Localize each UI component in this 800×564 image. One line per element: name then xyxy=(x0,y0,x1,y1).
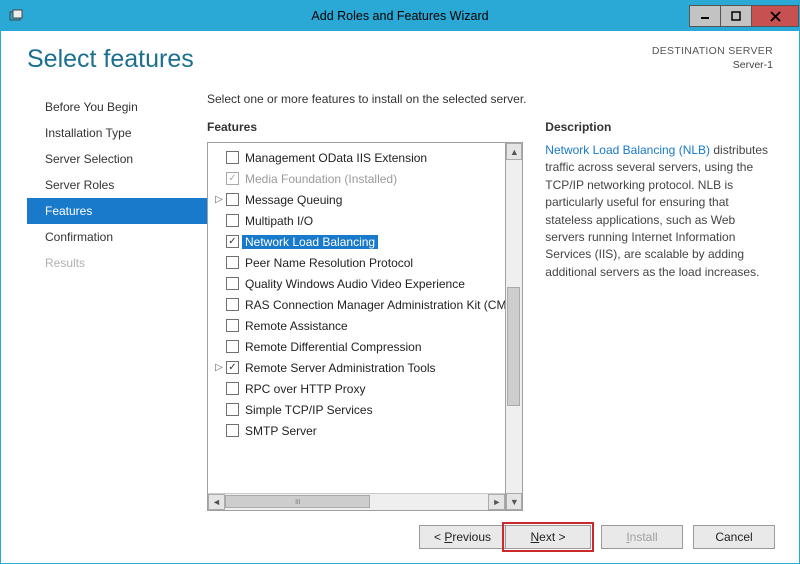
description-panel: Description Network Load Balancing (NLB)… xyxy=(545,120,773,511)
checkbox[interactable] xyxy=(226,361,239,374)
checkbox[interactable] xyxy=(226,382,239,395)
feature-item[interactable]: Remote Differential Compression xyxy=(208,336,505,357)
description-link[interactable]: Network Load Balancing (NLB) xyxy=(545,143,710,157)
window-controls xyxy=(690,5,799,27)
feature-label: Network Load Balancing xyxy=(242,235,378,249)
nav-results: Results xyxy=(27,250,207,276)
destination-info: DESTINATION SERVER Server-1 xyxy=(652,45,773,72)
checkbox[interactable] xyxy=(226,277,239,290)
feature-item[interactable]: Management OData IIS Extension xyxy=(208,147,505,168)
checkbox[interactable] xyxy=(226,403,239,416)
nav-server-selection[interactable]: Server Selection xyxy=(27,146,207,172)
center-panel: Select one or more features to install o… xyxy=(207,88,773,511)
nav-features[interactable]: Features xyxy=(27,198,207,224)
features-listbox-wrap: Management OData IIS Extension Media Foun… xyxy=(207,142,523,511)
nav-confirmation[interactable]: Confirmation xyxy=(27,224,207,250)
cancel-button[interactable]: Cancel xyxy=(693,525,775,549)
wizard-window: Add Roles and Features Wizard Select fea… xyxy=(0,0,800,564)
feature-item[interactable]: Remote Assistance xyxy=(208,315,505,336)
feature-item[interactable]: ▷ Message Queuing xyxy=(208,189,505,210)
feature-label: Remote Assistance xyxy=(245,319,348,333)
feature-item[interactable]: Simple TCP/IP Services xyxy=(208,399,505,420)
features-label: Features xyxy=(207,120,523,134)
wizard-nav: Before You Begin Installation Type Serve… xyxy=(27,88,207,511)
page-title: Select features xyxy=(27,45,194,74)
instruction-text: Select one or more features to install o… xyxy=(207,92,773,106)
feature-item[interactable]: RAS Connection Manager Administration Ki… xyxy=(208,294,505,315)
feature-label: Multipath I/O xyxy=(245,214,313,228)
nav-server-roles[interactable]: Server Roles xyxy=(27,172,207,198)
feature-label: SMTP Server xyxy=(245,424,317,438)
features-listbox[interactable]: Management OData IIS Extension Media Foun… xyxy=(207,142,506,511)
checkbox[interactable] xyxy=(226,256,239,269)
minimize-button[interactable] xyxy=(689,5,721,27)
expander-icon[interactable]: ▷ xyxy=(212,362,226,373)
feature-label: Remote Differential Compression xyxy=(245,340,422,354)
vertical-scrollbar[interactable]: ▲ ▼ xyxy=(506,142,523,511)
feature-item[interactable]: ▷ Remote Server Administration Tools xyxy=(208,357,505,378)
description-text: Network Load Balancing (NLB) distributes… xyxy=(545,142,773,281)
feature-item[interactable]: SMTP Server xyxy=(208,420,505,441)
wizard-body: Select features DESTINATION SERVER Serve… xyxy=(1,31,799,563)
nav-installation-type[interactable]: Installation Type xyxy=(27,120,207,146)
close-button[interactable] xyxy=(751,5,799,27)
destination-label: DESTINATION SERVER xyxy=(652,45,773,59)
prev-next-group: < Previous Next > xyxy=(419,525,591,549)
feature-label: Peer Name Resolution Protocol xyxy=(245,256,413,270)
feature-item[interactable]: Peer Name Resolution Protocol xyxy=(208,252,505,273)
feature-item[interactable]: Network Load Balancing xyxy=(208,231,505,252)
nav-before-you-begin[interactable]: Before You Begin xyxy=(27,94,207,120)
window-title: Add Roles and Features Wizard xyxy=(1,9,799,23)
feature-item[interactable]: Quality Windows Audio Video Experience xyxy=(208,273,505,294)
scroll-up-button[interactable]: ▲ xyxy=(506,143,522,160)
hscroll-thumb[interactable] xyxy=(225,495,370,508)
features-panel: Features Management OData IIS ExtensionM… xyxy=(207,120,523,511)
checkbox[interactable] xyxy=(226,235,239,248)
checkbox[interactable] xyxy=(226,340,239,353)
maximize-button[interactable] xyxy=(720,5,752,27)
title-bar: Add Roles and Features Wizard xyxy=(1,1,799,31)
feature-label: Message Queuing xyxy=(245,193,342,207)
feature-label: Management OData IIS Extension xyxy=(245,151,427,165)
main-row: Before You Begin Installation Type Serve… xyxy=(27,88,773,511)
destination-server: Server-1 xyxy=(652,59,773,73)
scroll-right-button[interactable]: ► xyxy=(488,494,505,510)
feature-label: Media Foundation (Installed) xyxy=(245,172,397,186)
description-body: distributes traffic across several serve… xyxy=(545,143,768,279)
checkbox[interactable] xyxy=(226,424,239,437)
feature-label: Remote Server Administration Tools xyxy=(245,361,436,375)
panels: Features Management OData IIS ExtensionM… xyxy=(207,120,773,511)
checkbox[interactable] xyxy=(226,172,239,185)
header: Select features DESTINATION SERVER Serve… xyxy=(27,45,773,74)
feature-item[interactable]: Multipath I/O xyxy=(208,210,505,231)
feature-label: Quality Windows Audio Video Experience xyxy=(245,277,465,291)
checkbox[interactable] xyxy=(226,298,239,311)
checkbox[interactable] xyxy=(226,319,239,332)
feature-label: Simple TCP/IP Services xyxy=(245,403,373,417)
feature-label: RPC over HTTP Proxy xyxy=(245,382,365,396)
scroll-down-button[interactable]: ▼ xyxy=(506,493,522,510)
content-area: Select features DESTINATION SERVER Serve… xyxy=(5,31,795,519)
checkbox[interactable] xyxy=(226,151,239,164)
feature-item[interactable]: RPC over HTTP Proxy xyxy=(208,378,505,399)
description-label: Description xyxy=(545,120,773,134)
checkbox[interactable] xyxy=(226,214,239,227)
feature-label: RAS Connection Manager Administration Ki… xyxy=(245,298,505,312)
next-button[interactable]: Next > xyxy=(505,525,591,549)
scroll-left-button[interactable]: ◄ xyxy=(208,494,225,510)
vscroll-track[interactable] xyxy=(506,160,522,493)
feature-item[interactable]: Media Foundation (Installed) xyxy=(208,168,505,189)
hscroll-track[interactable] xyxy=(225,494,488,510)
app-icon xyxy=(7,7,25,25)
expander-icon[interactable]: ▷ xyxy=(212,194,226,205)
install-button: Install xyxy=(601,525,683,549)
button-row: < Previous Next > Install Cancel xyxy=(5,519,795,559)
previous-button[interactable]: < Previous xyxy=(419,525,505,549)
vscroll-thumb[interactable] xyxy=(507,287,520,407)
horizontal-scrollbar[interactable]: ◄ ► xyxy=(208,493,505,510)
checkbox[interactable] xyxy=(226,193,239,206)
